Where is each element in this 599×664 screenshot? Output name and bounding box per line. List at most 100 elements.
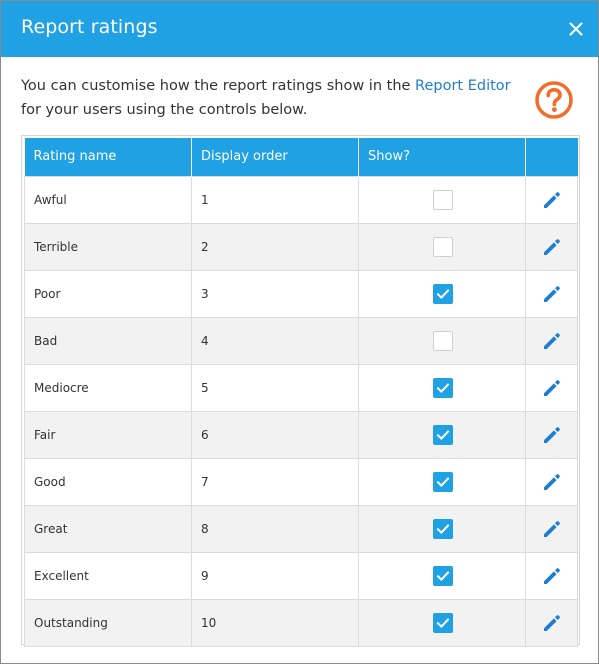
checkmark-icon xyxy=(436,288,450,299)
show-cell xyxy=(358,410,526,459)
pencil-icon xyxy=(543,473,560,490)
checkmark-icon xyxy=(436,429,450,440)
pencil-icon xyxy=(543,238,560,255)
display-order-cell: 10 xyxy=(191,598,359,647)
column-header-actions xyxy=(525,138,578,176)
rating-name-cell: Great xyxy=(24,504,192,553)
show-checkbox[interactable] xyxy=(433,565,453,586)
checkmark-icon xyxy=(436,570,450,581)
table-row: Terrible 2 xyxy=(24,222,578,271)
pencil-icon xyxy=(543,379,560,396)
show-checkbox[interactable] xyxy=(433,612,453,633)
edit-button[interactable] xyxy=(542,425,562,445)
rating-name-cell: Poor xyxy=(24,269,192,318)
ratings-table: Rating name Display order Show? Awful 1 Te… xyxy=(24,138,578,647)
edit-button[interactable] xyxy=(542,613,562,633)
show-checkbox[interactable] xyxy=(433,283,453,304)
table-row: Good 7 xyxy=(24,457,578,506)
display-order-cell: 3 xyxy=(191,269,359,318)
show-checkbox[interactable] xyxy=(433,471,453,492)
show-checkbox[interactable] xyxy=(433,189,453,210)
show-cell xyxy=(358,363,526,412)
show-checkbox[interactable] xyxy=(433,330,453,351)
edit-cell xyxy=(525,457,578,506)
table-row: Outstanding 10 xyxy=(24,598,578,647)
show-checkbox[interactable] xyxy=(433,424,453,445)
show-cell xyxy=(358,551,526,600)
column-header-display-order[interactable]: Display order xyxy=(191,138,359,176)
show-cell xyxy=(358,316,526,365)
show-cell xyxy=(358,504,526,553)
rating-name-cell: Bad xyxy=(24,316,192,365)
intro-text-end: for your users using the controls below. xyxy=(21,102,308,118)
edit-button[interactable] xyxy=(542,566,562,586)
ratings-table-container: Rating name Display order Show? Awful 1 Te… xyxy=(21,135,580,647)
edit-cell xyxy=(525,598,578,647)
edit-button[interactable] xyxy=(542,378,562,398)
show-checkbox[interactable] xyxy=(433,377,453,398)
show-cell xyxy=(358,598,526,647)
table-header-row: Rating name Display order Show? xyxy=(24,138,578,176)
edit-button[interactable] xyxy=(542,237,562,257)
edit-button[interactable] xyxy=(542,472,562,492)
show-checkbox[interactable] xyxy=(433,518,453,539)
display-order-cell: 5 xyxy=(191,363,359,412)
edit-button[interactable] xyxy=(542,331,562,351)
display-order-cell: 2 xyxy=(191,222,359,271)
checkmark-icon xyxy=(436,617,450,628)
edit-button[interactable] xyxy=(542,284,562,304)
display-order-cell: 8 xyxy=(191,504,359,553)
checkmark-icon xyxy=(436,382,450,393)
pencil-icon xyxy=(543,614,560,631)
display-order-cell: 7 xyxy=(191,457,359,506)
display-order-cell: 4 xyxy=(191,316,359,365)
display-order-cell: 1 xyxy=(191,175,359,224)
close-button[interactable] xyxy=(564,17,588,41)
column-header-rating-name[interactable]: Rating name xyxy=(24,138,192,176)
rating-name-cell: Awful xyxy=(24,175,192,224)
pencil-icon xyxy=(543,191,560,208)
checkmark-icon xyxy=(436,476,450,487)
edit-cell xyxy=(525,222,578,271)
dialog-titlebar: Report ratings xyxy=(1,1,598,57)
show-cell xyxy=(358,269,526,318)
pencil-icon xyxy=(543,520,560,537)
table-row: Poor 3 xyxy=(24,269,578,318)
edit-button[interactable] xyxy=(542,519,562,539)
edit-button[interactable] xyxy=(542,190,562,210)
pencil-icon xyxy=(543,567,560,584)
edit-cell xyxy=(525,363,578,412)
show-cell xyxy=(358,175,526,224)
show-cell xyxy=(358,457,526,506)
edit-cell xyxy=(525,316,578,365)
edit-cell xyxy=(525,410,578,459)
edit-cell xyxy=(525,551,578,600)
table-row: Fair 6 xyxy=(24,410,578,459)
edit-cell xyxy=(525,175,578,224)
display-order-cell: 6 xyxy=(191,410,359,459)
checkmark-icon xyxy=(436,523,450,534)
edit-cell xyxy=(525,504,578,553)
pencil-icon xyxy=(543,426,560,443)
table-row: Great 8 xyxy=(24,504,578,553)
report-ratings-dialog: Report ratings You can customise how the… xyxy=(0,0,599,664)
column-header-show[interactable]: Show? xyxy=(358,138,526,176)
rating-name-cell: Fair xyxy=(24,410,192,459)
intro-text: You can customise how the report ratings… xyxy=(21,74,521,122)
close-icon xyxy=(569,22,583,36)
table-row: Bad 4 xyxy=(24,316,578,365)
table-row: Mediocre 5 xyxy=(24,363,578,412)
table-row: Excellent 9 xyxy=(24,551,578,600)
table-row: Awful 1 xyxy=(24,175,578,224)
report-editor-link[interactable]: Report Editor xyxy=(415,78,511,94)
display-order-cell: 9 xyxy=(191,551,359,600)
help-button[interactable] xyxy=(534,80,574,120)
intro-text-start: You can customise how the report ratings… xyxy=(21,78,416,94)
pencil-icon xyxy=(543,332,560,349)
rating-name-cell: Outstanding xyxy=(24,598,192,647)
help-icon xyxy=(535,81,573,119)
rating-name-cell: Terrible xyxy=(24,222,192,271)
edit-cell xyxy=(525,269,578,318)
show-checkbox[interactable] xyxy=(433,236,453,257)
pencil-icon xyxy=(543,285,560,302)
